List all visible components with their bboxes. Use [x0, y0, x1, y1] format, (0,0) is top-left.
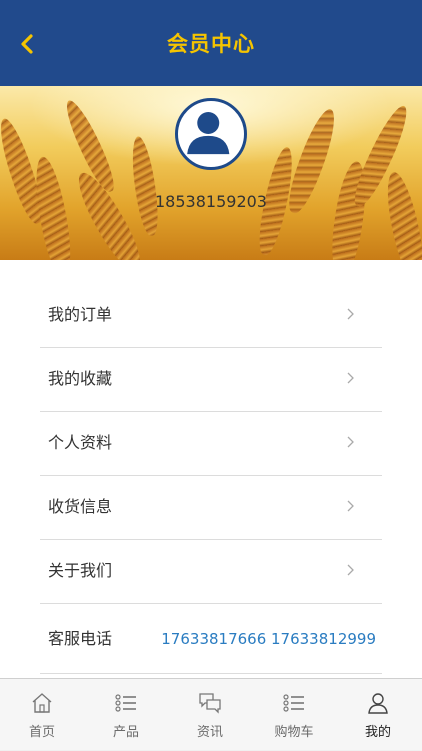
chat-icon [199, 693, 221, 714]
bottom-tab-bar: 首页 产品 资讯 购物车 我的 [0, 678, 422, 750]
menu-panel: 我的订单 我的收藏 个人资料 收货信息 关于我们 客服电话 1763381766… [0, 260, 422, 678]
tab-label: 资讯 [196, 725, 223, 740]
tab-news[interactable]: 资讯 [168, 679, 252, 751]
chevron-right-icon [347, 500, 354, 512]
tab-products[interactable]: 产品 [84, 679, 168, 751]
tab-cart[interactable]: 购物车 [252, 679, 336, 751]
list-icon [115, 694, 136, 712]
menu-item-label: 我的订单 [48, 305, 113, 324]
menu-item-label: 关于我们 [48, 561, 113, 580]
menu-item-orders[interactable]: 我的订单 [40, 284, 382, 348]
avatar[interactable] [175, 98, 247, 170]
chevron-right-icon [347, 564, 354, 576]
tab-mine[interactable]: 我的 [336, 679, 420, 751]
menu-item-address[interactable]: 收货信息 [40, 476, 382, 540]
tab-label: 购物车 [274, 725, 314, 740]
tab-label: 首页 [28, 725, 55, 740]
user-avatar-icon [187, 112, 230, 155]
header-bar: 会员中心 [0, 0, 422, 86]
chevron-right-icon [347, 436, 354, 448]
menu-item-label: 收货信息 [48, 497, 113, 516]
user-phone: 18538159203 [155, 192, 267, 211]
list-icon [283, 694, 304, 712]
service-label: 客服电话 [48, 629, 113, 648]
service-phone-numbers[interactable]: 17633817666 17633812999 [161, 604, 376, 674]
home-icon [32, 693, 52, 713]
menu-item-profile[interactable]: 个人资料 [40, 412, 382, 476]
chevron-right-icon [347, 308, 354, 320]
user-icon [368, 693, 388, 714]
tab-home[interactable]: 首页 [0, 679, 84, 751]
menu-item-label: 个人资料 [48, 433, 113, 452]
profile-banner: 18538159203 [0, 86, 422, 260]
menu-item-label: 我的收藏 [48, 369, 113, 388]
menu-item-favorites[interactable]: 我的收藏 [40, 348, 382, 412]
tab-label: 产品 [112, 725, 139, 740]
page-title: 会员中心 [167, 32, 255, 56]
menu-item-about[interactable]: 关于我们 [40, 540, 382, 604]
tab-label: 我的 [364, 725, 391, 740]
customer-service-row: 客服电话 17633817666 17633812999 [40, 604, 382, 674]
chevron-right-icon [347, 372, 354, 384]
